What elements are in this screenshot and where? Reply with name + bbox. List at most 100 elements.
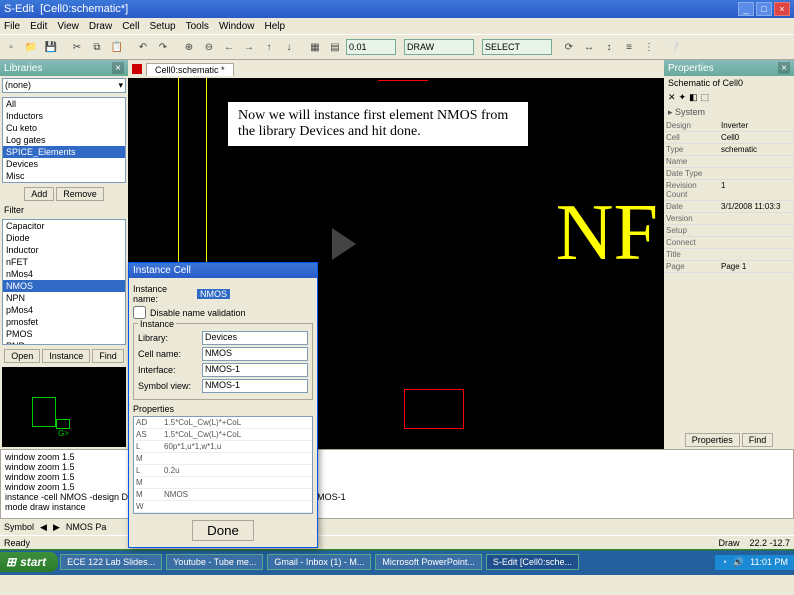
find-button[interactable]: Find — [92, 349, 124, 363]
library-item[interactable]: Inductors — [3, 110, 125, 122]
properties-tab-button[interactable]: Properties — [685, 433, 740, 447]
prop-tool-icon[interactable]: ⬚ — [701, 92, 710, 103]
new-icon[interactable]: ▫ — [2, 38, 20, 56]
menu-help[interactable]: Help — [265, 21, 286, 32]
mode-select[interactable]: SELECT — [482, 39, 552, 55]
taskbar-item[interactable]: ECE 122 Lab Slides... — [60, 554, 162, 570]
help-icon[interactable]: ❔ — [666, 38, 684, 56]
remove-button[interactable]: Remove — [56, 187, 104, 201]
page-nav-prev-icon[interactable]: ◀ — [40, 522, 47, 533]
libraries-close-icon[interactable]: × — [112, 62, 124, 74]
properties-find-button[interactable]: Find — [742, 433, 774, 447]
arrow-left-icon[interactable]: ← — [220, 38, 238, 56]
redo-icon[interactable]: ↷ — [154, 38, 172, 56]
maximize-button[interactable]: □ — [756, 2, 772, 16]
properties-close-icon[interactable]: × — [778, 62, 790, 74]
filter-item[interactable]: nMos4 — [3, 268, 125, 280]
filter-item[interactable]: pMos4 — [3, 304, 125, 316]
prop-tool-icon[interactable]: ✦ — [679, 92, 687, 103]
page-nav-next-icon[interactable]: ▶ — [53, 522, 60, 533]
menu-view[interactable]: View — [57, 21, 79, 32]
save-icon[interactable]: 💾 — [42, 38, 60, 56]
menu-setup[interactable]: Setup — [149, 21, 175, 32]
library-item[interactable]: Cu keto — [3, 122, 125, 134]
canvas-wire — [404, 389, 464, 429]
align-icon[interactable]: ≡ — [620, 38, 638, 56]
properties-grid[interactable]: DesignInverterCellCell0TypeschematicName… — [664, 120, 794, 273]
minimize-button[interactable]: _ — [738, 2, 754, 16]
taskbar-item[interactable]: Gmail - Inbox (1) - M... — [267, 554, 371, 570]
cell-combo[interactable]: NMOS — [202, 347, 308, 361]
library-item[interactable]: Misc — [3, 170, 125, 182]
library-select[interactable]: (none) — [2, 78, 126, 93]
command-output[interactable]: window zoom 1.5window zoom 1.5window zoo… — [0, 449, 794, 519]
library-item[interactable]: SPICE_Commands — [3, 182, 125, 183]
close-button[interactable]: × — [774, 2, 790, 16]
filter-item[interactable]: Inductor — [3, 244, 125, 256]
filter-item[interactable]: NPN — [3, 292, 125, 304]
grid-icon[interactable]: ▦ — [306, 38, 324, 56]
arrow-down-icon[interactable]: ↓ — [280, 38, 298, 56]
canvas-text: NF — [556, 188, 658, 279]
tab-schematic[interactable]: Cell0:schematic * — [146, 63, 234, 76]
tray-icon[interactable]: ◔ — [721, 557, 726, 567]
prop-tool-icon[interactable]: ◧ — [689, 92, 698, 103]
symbol-combo[interactable]: NMOS-1 — [202, 379, 308, 393]
filter-item[interactable]: Diode — [3, 232, 125, 244]
arrow-right-icon[interactable]: → — [240, 38, 258, 56]
library-item[interactable]: SPICE_Elements — [3, 146, 125, 158]
tray-icon[interactable]: 🔊 — [733, 557, 744, 568]
undo-icon[interactable]: ↶ — [134, 38, 152, 56]
open-button[interactable]: Open — [4, 349, 40, 363]
menu-cell[interactable]: Cell — [122, 21, 139, 32]
properties-list[interactable]: AD1.5*CoL_Cw(L)*+CoLAS1.5*CoL_Cw(L)*+CoL… — [133, 416, 313, 514]
library-combo[interactable]: Devices — [202, 331, 308, 345]
start-button[interactable]: ⊞ start — [0, 552, 58, 572]
library-item[interactable]: Devices — [3, 158, 125, 170]
taskbar-item[interactable]: Microsoft PowerPoint... — [375, 554, 482, 570]
system-tray[interactable]: ◔ 🔊 11:01 PM — [715, 555, 794, 570]
distribute-icon[interactable]: ⋮ — [640, 38, 658, 56]
taskbar-item[interactable]: Youtube - Tube me... — [166, 554, 263, 570]
instance-name-input[interactable]: NMOS — [197, 289, 230, 299]
paste-icon[interactable]: 📋 — [108, 38, 126, 56]
prop-tool-icon[interactable]: ✕ — [668, 92, 676, 103]
arrow-up-icon[interactable]: ↑ — [260, 38, 278, 56]
cut-icon[interactable]: ✂ — [68, 38, 86, 56]
instance-name-label: Instance name: — [133, 284, 193, 304]
flip-h-icon[interactable]: ↔ — [580, 38, 598, 56]
filter-item[interactable]: NMOS — [3, 280, 125, 292]
flip-v-icon[interactable]: ↕ — [600, 38, 618, 56]
doc-title: [Cell0:schematic*] — [40, 3, 128, 15]
filter-item[interactable]: Capacitor — [3, 220, 125, 232]
mode-draw[interactable]: DRAW — [404, 39, 474, 55]
open-icon[interactable]: 📁 — [22, 38, 40, 56]
library-item[interactable]: All — [3, 98, 125, 110]
zoom-out-icon[interactable]: ⊖ — [200, 38, 218, 56]
menu-file[interactable]: File — [4, 21, 20, 32]
libraries-list[interactable]: AllInductorsCu ketoLog gatesSPICE_Elemen… — [2, 97, 126, 183]
menu-edit[interactable]: Edit — [30, 21, 47, 32]
windows-logo-icon: ⊞ — [6, 555, 16, 569]
zoom-field[interactable]: 0.01 — [346, 39, 396, 55]
filter-item[interactable]: pmosfet — [3, 316, 125, 328]
library-item[interactable]: Log gates — [3, 134, 125, 146]
filter-item[interactable]: PNP — [3, 340, 125, 345]
filter-item[interactable]: PMOS — [3, 328, 125, 340]
rotate-icon[interactable]: ⟳ — [560, 38, 578, 56]
copy-icon[interactable]: ⧉ — [88, 38, 106, 56]
filter-list[interactable]: CapacitorDiodeInductornFETnMos4NMOSNPNpM… — [2, 219, 126, 345]
menu-window[interactable]: Window — [219, 21, 255, 32]
instance-button[interactable]: Instance — [42, 349, 90, 363]
zoom-in-icon[interactable]: ⊕ — [180, 38, 198, 56]
menu-draw[interactable]: Draw — [89, 21, 112, 32]
tutorial-annotation: Now we will instance first element NMOS … — [228, 102, 528, 146]
done-button[interactable]: Done — [192, 520, 254, 541]
taskbar-item[interactable]: S-Edit [Cell0:sche... — [486, 554, 579, 570]
interface-combo[interactable]: NMOS-1 — [202, 363, 308, 377]
disable-validation-checkbox[interactable] — [133, 306, 146, 319]
add-button[interactable]: Add — [24, 187, 54, 201]
filter-item[interactable]: nFET — [3, 256, 125, 268]
menu-tools[interactable]: Tools — [186, 21, 209, 32]
grid2-icon[interactable]: ▤ — [326, 38, 344, 56]
